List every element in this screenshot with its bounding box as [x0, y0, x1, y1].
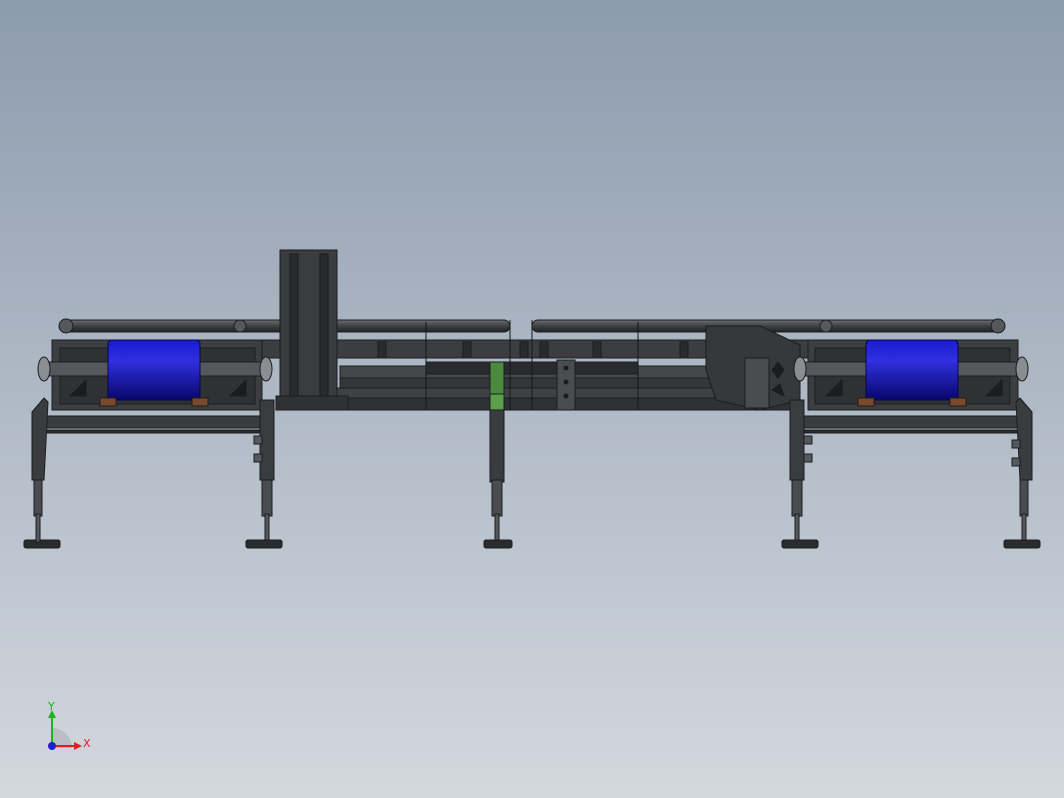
beam-clip: [592, 341, 602, 359]
right-bearing-pad: [949, 397, 967, 407]
right-leg-outer-stem: [1021, 513, 1027, 543]
z-axis-dot: [48, 742, 56, 750]
right-mount-block: [744, 357, 770, 409]
left-roller-assembly: [37, 339, 273, 411]
center-leg-post: [489, 409, 505, 483]
left-leg-clamp: [253, 453, 263, 463]
right-leg-outer-clamp: [1011, 457, 1021, 467]
left-axle-end: [37, 356, 51, 382]
beam-clip: [679, 341, 689, 359]
bolt-hole: [563, 393, 569, 399]
left-roller: [107, 339, 201, 401]
left-leg-outer-stem: [35, 513, 41, 543]
rail-end-cap-right: [990, 318, 1006, 334]
right-leg-inner-shaft: [791, 479, 803, 517]
right-leg-outer-foot: [1003, 539, 1041, 549]
vertical-column-flange: [319, 253, 329, 401]
bolt-hole: [563, 365, 569, 371]
center-leg-foot: [483, 539, 513, 549]
right-axle-end: [793, 356, 807, 382]
left-leg-inner-foot: [245, 539, 283, 549]
rail-end-cap-inner-left: [233, 319, 247, 333]
green-bracket-lower: [489, 393, 505, 413]
right-stand-crossbar: [797, 415, 1021, 429]
cad-viewport[interactable]: X Y: [0, 0, 1064, 798]
triad-x-label: X: [83, 737, 91, 750]
right-stand-crossbar-lower: [797, 429, 1021, 434]
beam-clip: [519, 341, 529, 359]
left-leg-clamp: [253, 435, 263, 445]
center-leg-stem: [494, 513, 500, 543]
beam-clip: [539, 341, 549, 359]
left-leg-inner-shaft: [261, 479, 273, 517]
right-leg-inner-stem: [794, 513, 800, 543]
left-leg-inner-stem: [264, 513, 270, 543]
right-roller-assembly: [793, 339, 1029, 411]
vertical-column-flange: [289, 253, 299, 401]
right-roller: [865, 339, 959, 401]
left-bearing-pad: [99, 397, 117, 407]
left-stand-crossbar: [43, 415, 267, 429]
rail-end-cap-inner-right: [819, 319, 833, 333]
right-leg-outer-shaft: [1019, 479, 1029, 517]
left-leg-outer-foot: [23, 539, 61, 549]
left-axle-end: [259, 356, 273, 382]
center-leg-shaft: [491, 479, 503, 517]
right-axle-end: [1015, 356, 1029, 382]
left-leg-outer-foot-shaft: [33, 479, 43, 517]
rail-end-cap-left: [58, 318, 74, 334]
left-bearing-pad: [191, 397, 209, 407]
bolt-hole: [563, 379, 569, 385]
right-leg-outer-clamp: [1011, 439, 1021, 449]
left-stand-crossbar-lower: [43, 429, 267, 434]
right-bearing-pad: [857, 397, 875, 407]
triad-y-label: Y: [47, 700, 55, 713]
beam-clip: [462, 341, 472, 359]
right-leg-clamp: [803, 435, 813, 445]
right-leg-clamp: [803, 453, 813, 463]
right-leg-inner: [789, 399, 805, 481]
beam-clip: [377, 341, 387, 359]
right-leg-inner-foot: [781, 539, 819, 549]
column-foot: [275, 395, 349, 411]
